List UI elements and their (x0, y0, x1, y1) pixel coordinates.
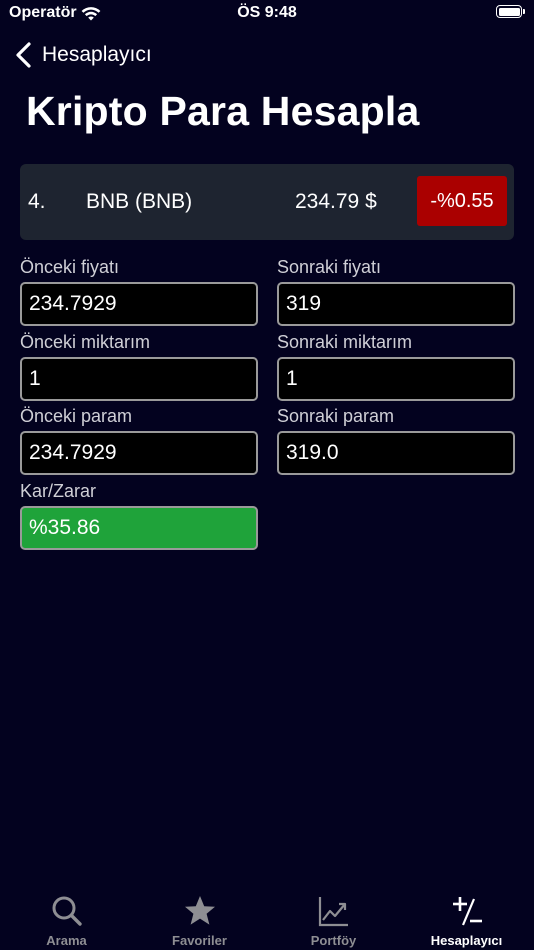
status-bar: Operatör ÖS 9:48 (0, 0, 534, 30)
prev-price-label: Önceki fiyatı (20, 257, 120, 277)
next-amount-group: Sonraki miktarım (277, 330, 515, 401)
next-price-input[interactable] (277, 282, 515, 326)
profit-loss-label: Kar/Zarar (20, 481, 97, 501)
plus-minus-icon (452, 897, 482, 926)
prev-money-input[interactable] (20, 431, 258, 475)
tab-calculator[interactable]: Hesaplayıcı (400, 884, 533, 950)
search-icon (52, 896, 82, 926)
coin-card[interactable]: 4. BNB (BNB) 234.79 $ -%0.55 (20, 164, 514, 240)
coin-rank: 4. (28, 190, 46, 213)
battery-icon (496, 5, 522, 18)
tab-bar: Arama Favoriler Portföy Hesaplayıcı (0, 884, 534, 950)
prev-amount-label: Önceki miktarım (20, 332, 151, 352)
next-price-label: Sonraki fiyatı (277, 257, 382, 277)
tab-favorites[interactable]: Favoriler (133, 884, 266, 950)
prev-money-label: Önceki param (20, 406, 133, 426)
next-amount-label: Sonraki miktarım (277, 332, 413, 352)
price-change-badge: -%0.55 (417, 176, 507, 226)
tab-search[interactable]: Arama (0, 884, 133, 950)
back-button-label: Hesaplayıcı (42, 43, 152, 66)
back-button[interactable]: Hesaplayıcı (14, 40, 152, 70)
tab-favorites-label: Favoriler (172, 933, 227, 948)
tab-portfolio-label: Portföy (310, 933, 357, 948)
coin-price: 234.79 $ (295, 190, 377, 213)
profit-loss-group: Kar/Zarar (20, 479, 258, 550)
next-amount-input[interactable] (277, 357, 515, 401)
page-title: Kripto Para Hesapla (26, 88, 420, 134)
tab-portfolio[interactable]: Portföy (267, 884, 400, 950)
next-money-input[interactable] (277, 431, 515, 475)
star-icon (184, 896, 215, 925)
chevron-left-icon (16, 42, 31, 68)
prev-money-group: Önceki param (20, 404, 258, 475)
status-time: ÖS 9:48 (237, 4, 297, 21)
chart-icon (318, 897, 348, 927)
next-money-group: Sonraki param (277, 404, 515, 475)
prev-amount-input[interactable] (20, 357, 258, 401)
profit-loss-value (20, 506, 258, 550)
battery-cap (523, 9, 525, 14)
next-price-group: Sonraki fiyatı (277, 255, 515, 326)
tab-search-label: Arama (46, 933, 87, 948)
prev-price-input[interactable] (20, 282, 258, 326)
next-money-label: Sonraki param (277, 406, 395, 426)
prev-amount-group: Önceki miktarım (20, 330, 258, 401)
tab-calculator-label: Hesaplayıcı (430, 933, 503, 948)
prev-price-group: Önceki fiyatı (20, 255, 258, 326)
coin-name: BNB (BNB) (86, 190, 193, 213)
